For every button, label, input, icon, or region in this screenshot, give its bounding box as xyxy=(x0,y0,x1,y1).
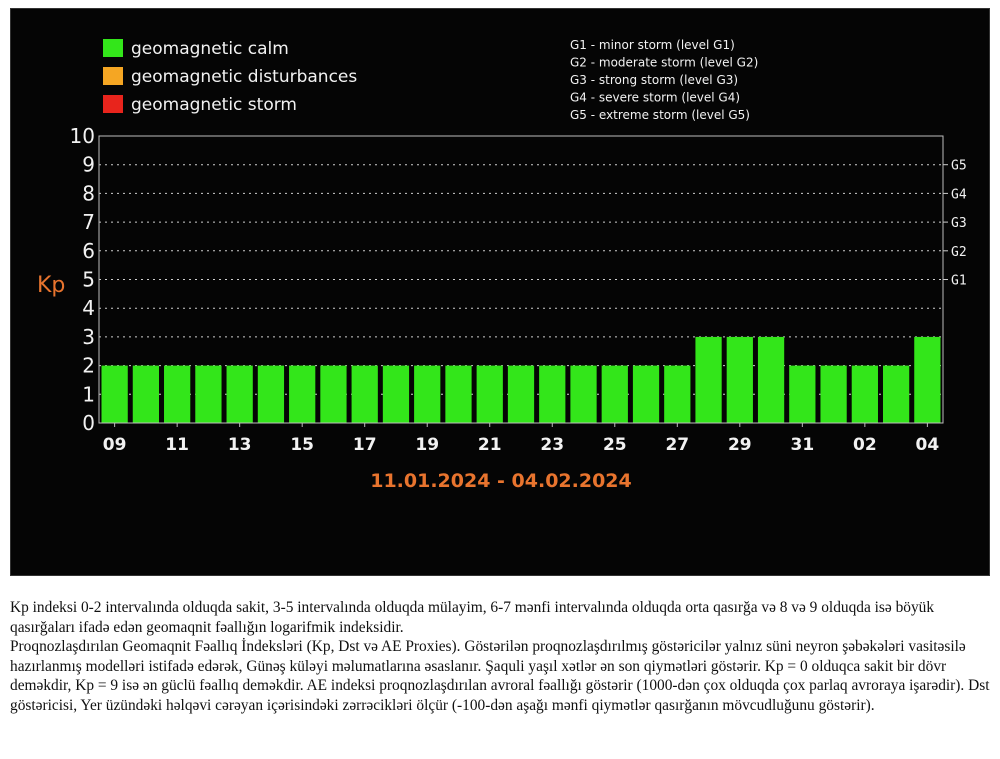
x-tick-label: 25 xyxy=(603,435,627,455)
x-tick-label: 31 xyxy=(790,435,814,455)
kp-bar xyxy=(882,365,910,423)
kp-bar xyxy=(601,365,628,423)
y-tick-label: 1 xyxy=(82,382,95,406)
kp-bar xyxy=(445,365,472,423)
x-tick-label: 15 xyxy=(290,435,314,455)
storm-level-tick-label: G4 xyxy=(951,187,967,202)
kp-bar xyxy=(695,336,722,423)
y-tick-label: 7 xyxy=(82,210,95,234)
caption: Kp indeksi 0-2 intervalında olduqda saki… xyxy=(10,598,990,716)
storm-level-list: G1 - minor storm (level G1) G2 - moderate… xyxy=(570,38,758,122)
kp-bar xyxy=(414,365,441,423)
kp-bar xyxy=(664,365,691,423)
y-tick-label: 9 xyxy=(82,153,95,177)
storm-level-text: G2 - moderate storm (level G2) xyxy=(570,56,758,70)
legend-swatch xyxy=(103,95,123,113)
kp-bar xyxy=(132,365,160,423)
legend-swatch xyxy=(103,39,123,57)
kp-bar xyxy=(195,365,222,423)
storm-level-text: G4 - severe storm (level G4) xyxy=(570,91,740,105)
x-tick-label: 02 xyxy=(853,435,877,455)
y-tick-label: 8 xyxy=(82,181,95,205)
kp-bar xyxy=(507,365,535,423)
kp-bar xyxy=(289,365,316,423)
x-tick-label: 13 xyxy=(228,435,252,455)
kp-bar xyxy=(164,365,191,423)
x-tick-label: 29 xyxy=(728,435,752,455)
x-tick-label: 19 xyxy=(415,435,439,455)
storm-level-tick-label: G3 xyxy=(951,216,967,231)
legend-label: geomagnetic storm xyxy=(131,95,297,115)
y-tick-label: 0 xyxy=(82,411,95,435)
kp-bar xyxy=(726,336,753,423)
kp-bar xyxy=(757,336,785,423)
x-tick-label: 11 xyxy=(165,435,189,455)
caption-paragraph-1: Kp indeksi 0-2 intervalında olduqda saki… xyxy=(10,599,935,636)
kp-chart-panel: geomagnetic calm geomagnetic disturbances… xyxy=(10,8,990,576)
x-tick-label: 17 xyxy=(353,435,377,455)
y-tick-label: 2 xyxy=(82,354,95,378)
kp-bar xyxy=(851,365,878,423)
bars xyxy=(101,336,941,423)
legend-swatch xyxy=(103,67,123,85)
kp-bar xyxy=(351,365,378,423)
kp-bar xyxy=(632,365,660,423)
kp-bar xyxy=(101,365,128,423)
y-tick-label: 4 xyxy=(82,296,95,320)
y-tick-label: 3 xyxy=(82,325,95,349)
y-tick-label: 5 xyxy=(82,268,95,292)
kp-bar xyxy=(257,365,285,423)
storm-level-text: G5 - extreme storm (level G5) xyxy=(570,108,750,122)
legend-label: geomagnetic calm xyxy=(131,39,289,59)
x-tick-label: 09 xyxy=(103,435,127,455)
storm-level-tick-label: G1 xyxy=(951,274,967,289)
kp-chart: geomagnetic calm geomagnetic disturbances… xyxy=(37,38,967,492)
kp-bar xyxy=(789,365,816,423)
storm-level-text: G1 - minor storm (level G1) xyxy=(570,38,735,52)
y-axis-label: Kp xyxy=(37,273,65,298)
kp-bar xyxy=(539,365,566,423)
kp-bar xyxy=(226,365,253,423)
caption-paragraph-2: Proqnozlaşdırılan Geomaqnit Fəallıq İnde… xyxy=(10,638,990,714)
x-tick-label: 23 xyxy=(540,435,564,455)
y-tick-label: 10 xyxy=(70,124,95,148)
kp-bar xyxy=(914,336,941,423)
date-range: 11.01.2024 - 04.02.2024 xyxy=(370,470,632,492)
kp-bar xyxy=(570,365,597,423)
storm-level-text: G3 - strong storm (level G3) xyxy=(570,73,738,87)
x-tick-label: 27 xyxy=(665,435,689,455)
legend: geomagnetic calm geomagnetic disturbances… xyxy=(103,39,357,115)
kp-bar xyxy=(320,365,347,423)
y-tick-label: 6 xyxy=(82,239,95,263)
kp-bar xyxy=(476,365,503,423)
storm-level-tick-label: G5 xyxy=(951,159,967,174)
grid xyxy=(99,135,943,395)
legend-label: geomagnetic disturbances xyxy=(131,67,357,87)
kp-bar xyxy=(820,365,847,423)
x-tick-label: 04 xyxy=(916,435,940,455)
storm-level-tick-label: G2 xyxy=(951,245,967,260)
x-tick-label: 21 xyxy=(478,435,502,455)
kp-bar xyxy=(382,365,410,423)
